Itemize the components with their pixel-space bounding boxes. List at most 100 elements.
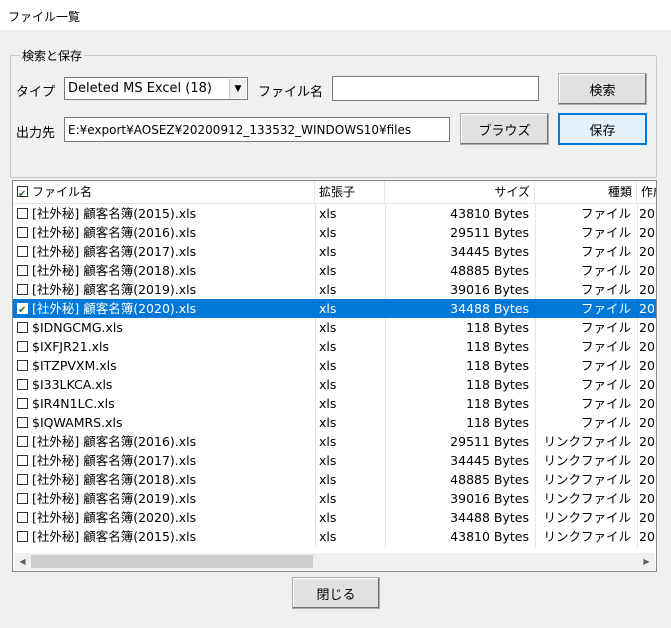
checkbox-icon[interactable] bbox=[17, 184, 28, 203]
cell-size: 34488 Bytes bbox=[450, 301, 529, 316]
filename-label: ファイル名 bbox=[258, 85, 324, 100]
cell-ext: xls bbox=[319, 396, 337, 411]
cell-type: ファイル bbox=[580, 358, 631, 373]
checkbox-icon[interactable] bbox=[17, 265, 28, 276]
checkbox-icon[interactable] bbox=[17, 531, 28, 542]
cell-size: 118 Bytes bbox=[466, 339, 529, 354]
cell-type: ファイル bbox=[580, 225, 631, 240]
table-row[interactable]: [社外秘] 顧客名簿(2015).xls xls 43810 Bytes リンクファイ… bbox=[13, 527, 656, 546]
checkbox-icon[interactable] bbox=[17, 360, 28, 371]
cell-size: 34445 Bytes bbox=[450, 453, 529, 468]
table-row[interactable]: $IR4N1LC.xls xls 118 Bytes ファイル 20 bbox=[13, 394, 656, 413]
file-name: [社外秘] 顧客名簿(2020).xls bbox=[32, 510, 197, 525]
file-name: $IQWAMRS.xls bbox=[32, 415, 123, 430]
checkbox-icon[interactable] bbox=[17, 512, 28, 523]
checkbox-icon[interactable] bbox=[17, 284, 28, 295]
save-button[interactable]: 保存 bbox=[558, 113, 647, 145]
output-path-box[interactable] bbox=[64, 117, 450, 142]
checkbox-icon[interactable] bbox=[17, 493, 28, 504]
checkbox-icon[interactable] bbox=[17, 246, 28, 257]
table-row[interactable]: [社外秘] 顧客名簿(2015).xls xls 43810 Bytes ファイル 20 bbox=[13, 204, 656, 223]
cell-ext: xls bbox=[319, 301, 337, 316]
filename-input[interactable] bbox=[333, 77, 538, 100]
cell-date: 20 bbox=[639, 396, 655, 411]
close-button[interactable]: 閉じる bbox=[292, 577, 380, 609]
cell-name: [社外秘] 顧客名簿(2015).xls bbox=[17, 527, 313, 546]
file-name: [社外秘] 顧客名簿(2020).xls bbox=[32, 301, 197, 316]
checkbox-icon[interactable] bbox=[17, 341, 28, 352]
arrow-right-icon[interactable]: ▶ bbox=[638, 553, 655, 570]
cell-size: 118 Bytes bbox=[466, 396, 529, 411]
header-size[interactable]: サイズ bbox=[385, 181, 535, 203]
cell-size: 39016 Bytes bbox=[450, 282, 529, 297]
chevron-down-icon[interactable]: ▼ bbox=[229, 79, 246, 98]
header-type[interactable]: 種類 bbox=[535, 181, 637, 203]
checkbox-icon[interactable] bbox=[17, 301, 28, 318]
checkbox-icon[interactable] bbox=[17, 398, 28, 409]
table-row[interactable]: $IXFJR21.xls xls 118 Bytes ファイル 20 bbox=[13, 337, 656, 356]
checkbox-icon[interactable] bbox=[17, 227, 28, 238]
file-name: $I33LKCA.xls bbox=[32, 377, 113, 392]
browse-button[interactable]: ブラウズ bbox=[460, 113, 549, 145]
table-row[interactable]: [社外秘] 顧客名簿(2016).xls xls 29511 Bytes ファイル 20 bbox=[13, 223, 656, 242]
filename-input-box[interactable] bbox=[332, 76, 539, 101]
cell-size: 48885 Bytes bbox=[450, 263, 529, 278]
table-row[interactable]: $IQWAMRS.xls xls 118 Bytes ファイル 20 bbox=[13, 413, 656, 432]
cell-name: [社外秘] 顧客名簿(2019).xls bbox=[17, 280, 313, 299]
table-row[interactable]: [社外秘] 顧客名簿(2018).xls xls 48885 Bytes ファイル 20 bbox=[13, 261, 656, 280]
output-path-input[interactable] bbox=[65, 118, 449, 141]
file-name: $IR4N1LC.xls bbox=[32, 396, 115, 411]
type-select-value: Deleted MS Excel (18) bbox=[68, 81, 212, 96]
header-name[interactable]: ファイル名 bbox=[13, 181, 315, 203]
checkbox-icon[interactable] bbox=[17, 208, 28, 219]
cell-ext: xls bbox=[319, 263, 337, 278]
cell-name: [社外秘] 顧客名簿(2016).xls bbox=[17, 432, 313, 451]
cell-date: 20 bbox=[639, 206, 655, 221]
file-name: [社外秘] 顧客名簿(2016).xls bbox=[32, 225, 197, 240]
arrow-left-icon[interactable]: ◀ bbox=[14, 553, 31, 570]
checkbox-icon[interactable] bbox=[17, 379, 28, 390]
cell-size: 34445 Bytes bbox=[450, 244, 529, 259]
checkbox-icon[interactable] bbox=[17, 322, 28, 333]
cell-date: 20 bbox=[639, 377, 655, 392]
cell-ext: xls bbox=[319, 453, 337, 468]
cell-date: 20 bbox=[639, 491, 655, 506]
header-ext[interactable]: 拡張子 bbox=[315, 181, 385, 203]
cell-ext: xls bbox=[319, 377, 337, 392]
table-row[interactable]: $IDNGCMG.xls xls 118 Bytes ファイル 20 bbox=[13, 318, 656, 337]
table-row[interactable]: $I33LKCA.xls xls 118 Bytes ファイル 20 bbox=[13, 375, 656, 394]
scrollbar-thumb[interactable] bbox=[31, 555, 313, 568]
file-name: [社外秘] 顧客名簿(2016).xls bbox=[32, 434, 197, 449]
cell-date: 20 bbox=[639, 244, 655, 259]
horizontal-scrollbar[interactable]: ◀ ▶ bbox=[14, 553, 655, 570]
table-row[interactable]: [社外秘] 顧客名簿(2017).xls xls 34445 Bytes ファイル 20 bbox=[13, 242, 656, 261]
file-list[interactable]: ファイル名 拡張子 サイズ 種類 作成 [社外秘] 顧客名簿(2015).xls… bbox=[12, 180, 657, 572]
checkbox-icon[interactable] bbox=[17, 455, 28, 466]
table-row[interactable]: [社外秘] 顧客名簿(2019).xls xls 39016 Bytes ファイル 20 bbox=[13, 280, 656, 299]
cell-name: $I33LKCA.xls bbox=[17, 375, 313, 394]
table-row[interactable]: [社外秘] 顧客名簿(2016).xls xls 29511 Bytes リンクファイ… bbox=[13, 432, 656, 451]
header-size-label: サイズ bbox=[494, 185, 530, 199]
cell-size: 118 Bytes bbox=[466, 320, 529, 335]
cell-name: [社外秘] 顧客名簿(2020).xls bbox=[17, 299, 313, 318]
checkbox-icon[interactable] bbox=[17, 474, 28, 485]
cell-name: [社外秘] 顧客名簿(2020).xls bbox=[17, 508, 313, 527]
table-row[interactable]: [社外秘] 顧客名簿(2018).xls xls 48885 Bytes リンクファイ… bbox=[13, 470, 656, 489]
checkbox-icon[interactable] bbox=[17, 417, 28, 428]
file-name: $IXFJR21.xls bbox=[32, 339, 110, 354]
cell-size: 39016 Bytes bbox=[450, 491, 529, 506]
cell-date: 20 bbox=[639, 453, 655, 468]
cell-ext: xls bbox=[319, 206, 337, 221]
type-select[interactable]: Deleted MS Excel (18) ▼ bbox=[64, 77, 248, 100]
table-row[interactable]: [社外秘] 顧客名簿(2020).xls xls 34488 Bytes リンクファイ… bbox=[13, 508, 656, 527]
table-row[interactable]: [社外秘] 顧客名簿(2019).xls xls 39016 Bytes リンクファイ… bbox=[13, 489, 656, 508]
cell-name: [社外秘] 顧客名簿(2016).xls bbox=[17, 223, 313, 242]
search-button[interactable]: 検索 bbox=[558, 73, 647, 105]
table-row[interactable]: $ITZPVXM.xls xls 118 Bytes ファイル 20 bbox=[13, 356, 656, 375]
cell-name: [社外秘] 顧客名簿(2017).xls bbox=[17, 451, 313, 470]
table-row[interactable]: [社外秘] 顧客名簿(2017).xls xls 34445 Bytes リンクファイ… bbox=[13, 451, 656, 470]
table-row[interactable]: [社外秘] 顧客名簿(2020).xls xls 34488 Bytes ファイル 20 bbox=[13, 299, 656, 318]
checkbox-icon[interactable] bbox=[17, 436, 28, 447]
header-date[interactable]: 作成 bbox=[637, 181, 656, 203]
cell-ext: xls bbox=[319, 282, 337, 297]
